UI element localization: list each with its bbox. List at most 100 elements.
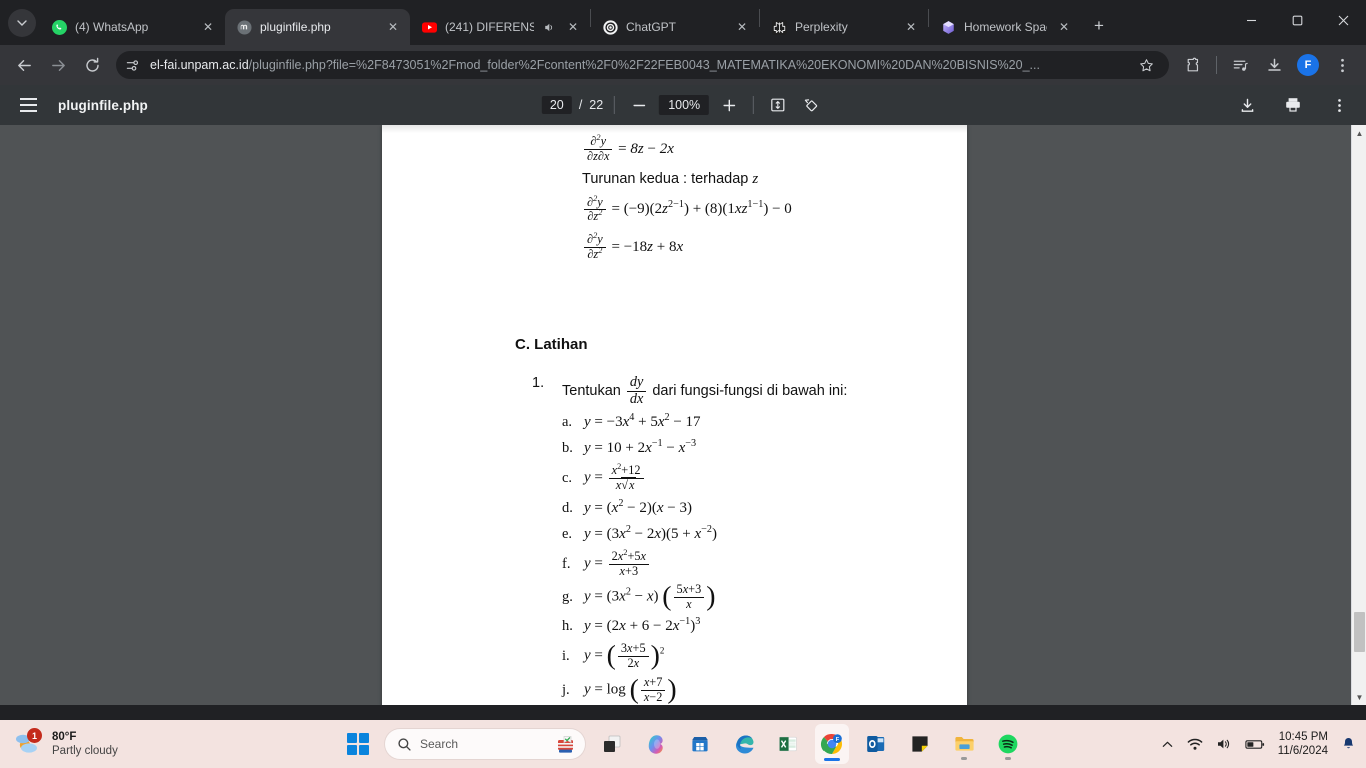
search-highlights-icon[interactable]: [555, 734, 577, 754]
youtube-icon: [421, 19, 437, 35]
control-divider: [614, 96, 616, 114]
microsoft-excel-button[interactable]: [771, 724, 805, 764]
whatsapp-icon: [51, 19, 67, 35]
microsoft-store-button[interactable]: [683, 724, 717, 764]
scroll-up-arrow[interactable]: ▲: [1352, 125, 1366, 141]
clock[interactable]: 10:45 PM 11/6/2024: [1278, 730, 1328, 759]
copilot-button[interactable]: [639, 724, 673, 764]
notification-badge: 1: [27, 728, 42, 743]
google-chrome-button[interactable]: F: [815, 724, 849, 764]
item-marker: b.: [562, 440, 573, 456]
star-icon[interactable]: [1139, 58, 1161, 73]
download-icon[interactable]: [1258, 49, 1290, 81]
windows-logo-icon: [347, 733, 369, 755]
pdf-page: ∂2y ∂z∂x = 8z − 2x Turunan kedua : terhad…: [382, 125, 967, 705]
pdf-document-viewport[interactable]: ∂2y ∂z∂x = 8z − 2x Turunan kedua : terhad…: [0, 125, 1366, 705]
vertical-scrollbar[interactable]: ▲ ▼: [1351, 125, 1366, 705]
item-marker: j.: [562, 682, 570, 698]
minimize-button[interactable]: [1228, 0, 1274, 40]
weather-widget[interactable]: 1 80°F Partly cloudy: [0, 728, 300, 759]
item-marker: h.: [562, 618, 573, 634]
eq-zz-expanded: ∂2y ∂z2 = (−9)(2z2−1) + (8)(1xz1−1) − 0: [422, 194, 927, 225]
site-settings-icon[interactable]: [120, 53, 144, 77]
tab-title: ChatGPT: [626, 20, 677, 34]
tab-close-icon[interactable]: ✕: [199, 18, 217, 36]
zoom-in-button[interactable]: [716, 92, 742, 118]
tab-title: Homework Space - St: [964, 20, 1047, 34]
reload-icon[interactable]: [76, 49, 108, 81]
profile-avatar[interactable]: F: [1292, 49, 1324, 81]
zoom-out-button[interactable]: [626, 92, 652, 118]
start-button[interactable]: [341, 724, 375, 764]
fit-to-page-icon[interactable]: [765, 92, 791, 118]
tab-close-icon[interactable]: ✕: [564, 18, 582, 36]
maximize-button[interactable]: [1274, 0, 1320, 40]
tab-homework-space[interactable]: Homework Space - St ✕: [929, 9, 1081, 45]
zoom-level-display[interactable]: 100%: [659, 95, 710, 115]
microsoft-edge-button[interactable]: [727, 724, 761, 764]
item-a: a. y = −3x4 + 5x2 − 17: [562, 410, 927, 436]
question-number: 1.: [532, 374, 545, 391]
tab-close-icon[interactable]: ✕: [384, 18, 402, 36]
tab-close-icon[interactable]: ✕: [1055, 18, 1073, 36]
tab-close-icon[interactable]: ✕: [733, 18, 751, 36]
download-icon[interactable]: [1234, 92, 1260, 118]
tab-youtube[interactable]: (241) DIFERENSIA ✕: [410, 9, 590, 45]
clock-time: 10:45 PM: [1278, 730, 1328, 743]
search-input[interactable]: Search: [385, 729, 585, 759]
scroll-down-arrow[interactable]: ▼: [1352, 689, 1366, 705]
address-bar[interactable]: el-fai.unpam.ac.id/pluginfile.php?file=%…: [116, 51, 1169, 79]
item-e: e. y = (3x2 − 2x)(5 + x−2): [562, 522, 927, 548]
chrome-browser-window: (4) WhatsApp ✕ pluginfile.php ✕ (241) DI…: [0, 0, 1366, 720]
prompt-after: dari fungsi-fungsi di bawah ini:: [652, 383, 848, 400]
three-dot-menu-icon[interactable]: [1326, 49, 1358, 81]
tab-whatsapp[interactable]: (4) WhatsApp ✕: [40, 9, 225, 45]
tab-search-button[interactable]: [8, 9, 36, 37]
page-number-input[interactable]: 20: [541, 96, 572, 114]
label-second-derivative: Turunan kedua : terhadap z: [582, 170, 759, 187]
forward-arrow-icon[interactable]: [42, 49, 74, 81]
item-formula: y = (3x2 − 2x)(5 + x−2): [584, 524, 718, 542]
back-arrow-icon[interactable]: [8, 49, 40, 81]
control-divider: [753, 96, 755, 114]
extensions-puzzle-icon[interactable]: [1177, 49, 1209, 81]
sticky-notes-button[interactable]: [903, 724, 937, 764]
tab-pluginfile[interactable]: pluginfile.php ✕: [225, 9, 410, 45]
item-j: j. y = log (x+7 x−2): [562, 674, 927, 706]
taskbar-center: Search F: [341, 724, 1025, 764]
notion-icon: [940, 19, 956, 35]
reading-list-icon[interactable]: [1224, 49, 1256, 81]
battery-icon[interactable]: [1245, 738, 1265, 751]
task-view-button[interactable]: [595, 724, 629, 764]
tab-chatgpt[interactable]: ChatGPT ✕: [591, 9, 759, 45]
print-icon[interactable]: [1280, 92, 1306, 118]
three-dot-menu-icon[interactable]: [1326, 92, 1352, 118]
item-formula: y = (3x+5 2x)2: [584, 640, 665, 672]
file-explorer-button[interactable]: [947, 724, 981, 764]
moodle-icon: [236, 19, 252, 35]
item-formula: y = log (x+7 x−2): [584, 674, 677, 705]
bell-icon[interactable]: [1341, 736, 1356, 752]
toolbar-divider: [1216, 56, 1217, 74]
running-app-indicator: [961, 757, 967, 760]
chevron-up-icon[interactable]: [1161, 738, 1174, 751]
wifi-icon[interactable]: [1187, 737, 1203, 751]
tab-audio-icon[interactable]: [542, 21, 556, 34]
item-formula: y = (x2 − 2)(x − 3): [584, 498, 692, 516]
url-text: el-fai.unpam.ac.id/pluginfile.php?file=%…: [150, 58, 1133, 72]
spotify-button[interactable]: [991, 724, 1025, 764]
rotate-icon[interactable]: [798, 92, 824, 118]
new-tab-button[interactable]: +: [1085, 12, 1113, 40]
item-marker: f.: [562, 556, 571, 572]
tab-perplexity[interactable]: Perplexity ✕: [760, 9, 928, 45]
speaker-icon[interactable]: [1216, 737, 1232, 751]
item-formula: y = (3x2 − x) (5x+3 x): [584, 581, 716, 613]
tab-close-icon[interactable]: ✕: [902, 18, 920, 36]
microsoft-outlook-button[interactable]: [859, 724, 893, 764]
scrollbar-thumb[interactable]: [1354, 612, 1365, 652]
hamburger-menu-icon[interactable]: [12, 89, 44, 121]
section-heading: C. Latihan: [515, 335, 588, 353]
search-icon: [397, 737, 412, 752]
partly-cloudy-icon: 1: [14, 728, 44, 757]
close-button[interactable]: [1320, 0, 1366, 40]
